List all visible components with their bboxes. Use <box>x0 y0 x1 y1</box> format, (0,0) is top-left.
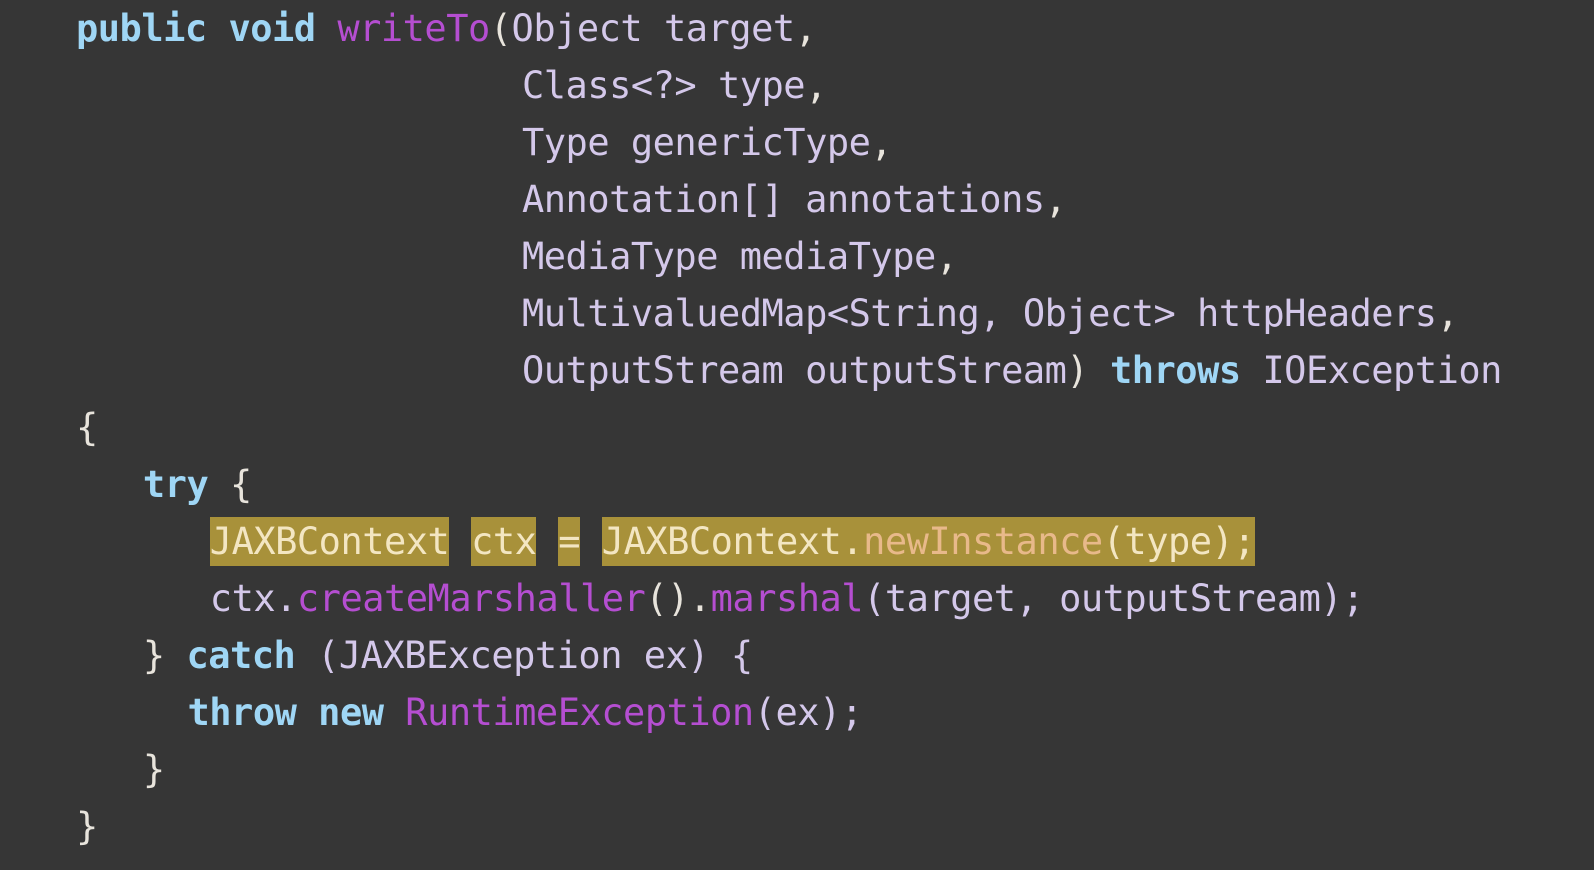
code-token: (). <box>645 577 711 620</box>
code-token: { <box>76 406 98 449</box>
code-line: MultivaluedMap<String, Object> httpHeade… <box>522 285 1459 342</box>
code-token: Object target <box>511 7 796 50</box>
code-token: ) <box>1066 349 1110 392</box>
code-line: ctx.createMarshaller().marshal(target, o… <box>209 570 1365 627</box>
code-token: MediaType mediaType <box>522 235 936 278</box>
code-token: } <box>142 634 187 677</box>
code-token: Type genericType <box>522 121 871 164</box>
code-line: } catch (JAXBException ex) { <box>143 627 753 684</box>
code-token: createMarshaller <box>296 577 646 620</box>
code-token: , <box>1044 178 1067 221</box>
code-token: writeTo <box>337 7 490 50</box>
highlighted-token: newInstance <box>863 517 1103 566</box>
highlighted-token: = <box>558 517 581 566</box>
code-token: } <box>76 805 98 848</box>
code-token: IOException <box>1262 349 1502 392</box>
code-line: public void writeTo(Object target, <box>76 0 817 57</box>
code-token: OutputStream outputStream <box>522 349 1067 392</box>
code-token: } <box>142 748 165 791</box>
code-line: JAXBContext ctx = JAXBContext.newInstanc… <box>209 513 1256 570</box>
code-token: new <box>318 691 384 734</box>
code-token: , <box>870 121 893 164</box>
code-line: } <box>76 798 98 855</box>
code-line: Annotation[] annotations, <box>522 171 1067 228</box>
highlighted-token: ctx <box>471 517 537 566</box>
code-line: Type genericType, <box>522 114 893 171</box>
code-token: try <box>142 463 209 506</box>
code-editor[interactable]: public void writeTo(Object target, Class<… <box>0 0 1594 870</box>
code-token: Class<?> type <box>522 64 806 107</box>
code-line: MediaType mediaType, <box>522 228 958 285</box>
code-line: OutputStream outputStream) throws IOExce… <box>522 342 1502 399</box>
code-line: Class<?> type, <box>522 57 827 114</box>
code-line: { <box>76 399 98 456</box>
code-line: } <box>143 741 165 798</box>
code-token: (ex); <box>753 691 863 734</box>
code-token: (JAXBException ex) { <box>295 634 753 677</box>
code-token: (target, outputStream); <box>863 577 1364 620</box>
code-token: public <box>76 7 207 50</box>
code-token: ( <box>489 7 512 50</box>
code-token: throw <box>187 691 297 734</box>
code-token: , <box>805 64 827 107</box>
code-token: , <box>1436 292 1459 335</box>
highlighted-token: JAXBContext. <box>601 517 864 566</box>
highlighted-token: JAXBContext <box>209 517 450 566</box>
code-token: ctx. <box>209 577 298 620</box>
code-line: try { <box>143 456 252 513</box>
code-token: catch <box>186 634 296 677</box>
code-token: RuntimeException <box>405 691 754 734</box>
code-token: marshal <box>710 577 864 620</box>
code-token: { <box>208 463 252 506</box>
code-token: throws <box>1109 349 1241 392</box>
code-token: , <box>935 235 958 278</box>
code-token: , <box>794 7 817 50</box>
code-line: throw new RuntimeException(ex); <box>187 684 864 741</box>
code-token: void <box>228 7 316 50</box>
code-token: Annotation[] annotations <box>522 178 1045 221</box>
code-token: MultivaluedMap<String, Object> httpHeade… <box>522 292 1437 335</box>
highlighted-token: (type); <box>1102 517 1256 566</box>
